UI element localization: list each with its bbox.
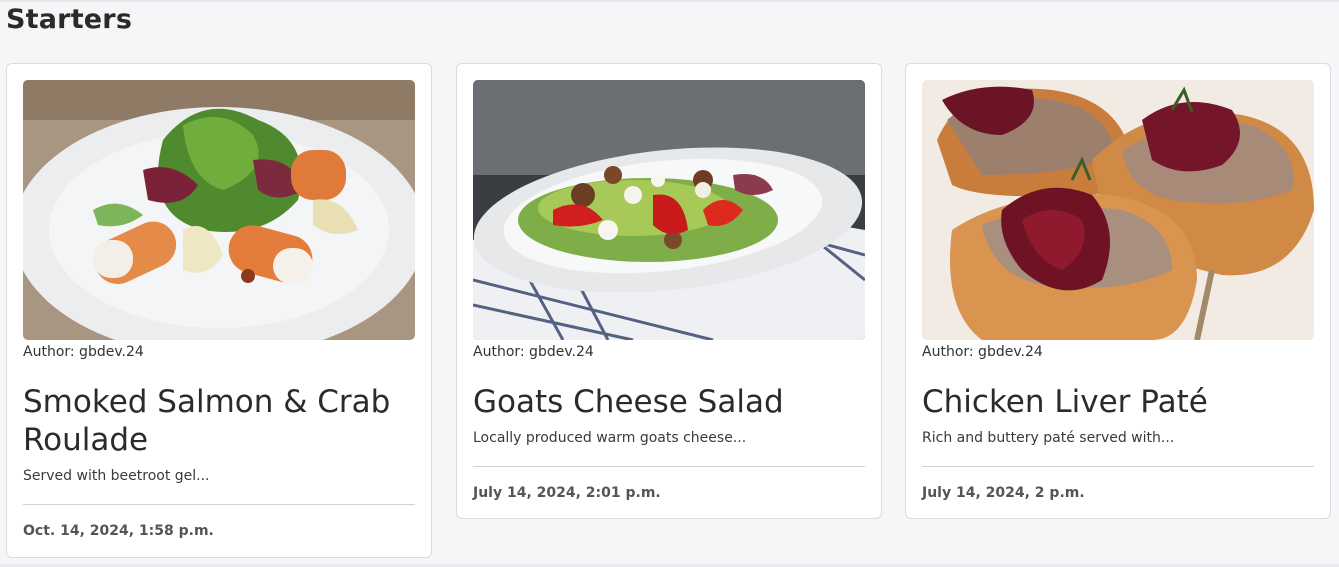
chicken-liver-pate-photo xyxy=(922,80,1314,340)
author-label: Author: gbdev.24 xyxy=(922,344,1043,360)
recipe-card[interactable]: Author: gbdev.24 Chicken Liver Paté Rich… xyxy=(905,63,1331,519)
recipe-description: Served with beetroot gel... xyxy=(23,468,210,484)
card-divider xyxy=(922,466,1314,467)
top-border xyxy=(0,0,1339,2)
goats-cheese-salad-photo xyxy=(473,80,865,340)
recipe-description: Rich and buttery paté served with... xyxy=(922,430,1175,446)
section-title: Starters xyxy=(6,4,133,35)
recipe-title[interactable]: Chicken Liver Paté xyxy=(922,383,1314,421)
recipe-title[interactable]: Goats Cheese Salad xyxy=(473,383,865,421)
recipe-image[interactable] xyxy=(922,80,1314,340)
author-label: Author: gbdev.24 xyxy=(23,344,144,360)
post-date: July 14, 2024, 2:01 p.m. xyxy=(473,485,661,501)
recipe-image[interactable] xyxy=(23,80,415,340)
smoked-salmon-crab-roulade-photo xyxy=(23,80,415,340)
card-divider xyxy=(23,504,415,505)
recipe-card[interactable]: Author: gbdev.24 Smoked Salmon & Crab Ro… xyxy=(6,63,432,558)
recipe-image[interactable] xyxy=(473,80,865,340)
recipe-card[interactable]: Author: gbdev.24 Goats Cheese Salad Loca… xyxy=(456,63,882,519)
recipe-title[interactable]: Smoked Salmon & Crab Roulade xyxy=(23,383,415,459)
author-label: Author: gbdev.24 xyxy=(473,344,594,360)
post-date: Oct. 14, 2024, 1:58 p.m. xyxy=(23,523,214,539)
card-divider xyxy=(473,466,865,467)
recipe-description: Locally produced warm goats cheese... xyxy=(473,430,747,446)
post-date: July 14, 2024, 2 p.m. xyxy=(922,485,1085,501)
